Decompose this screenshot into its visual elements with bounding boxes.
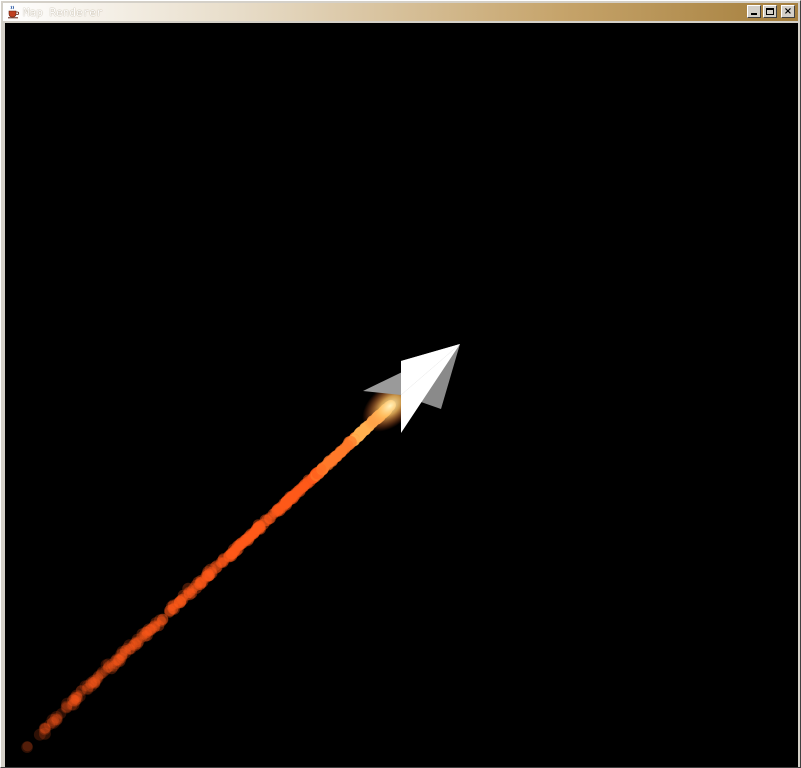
particle [47,716,60,729]
particle [252,519,264,530]
particle [136,628,148,640]
close-icon: × [783,6,793,17]
exhaust-particles [21,399,396,753]
particle [237,537,249,549]
particle [316,463,329,476]
particle [71,695,82,706]
close-button[interactable]: × [781,5,795,18]
particle [22,741,33,752]
particle [33,728,46,741]
window-controls: × [747,5,795,18]
particle [329,452,341,463]
window-title: Map Renderer [23,5,103,19]
particle [341,439,354,452]
particle [174,595,186,608]
app-window: Map Renderer × [0,0,801,768]
particle [183,588,196,601]
maximize-button[interactable] [763,5,777,18]
minimize-icon [751,13,757,15]
java-cup-icon[interactable] [5,4,21,20]
scene-svg [21,344,460,753]
maximize-icon [766,8,774,15]
minimize-button[interactable] [747,5,761,18]
particle [283,493,296,506]
particle [192,576,204,588]
particle [267,508,279,520]
title-bar[interactable]: Map Renderer × [3,3,798,21]
particle [106,658,118,669]
particle [206,566,217,578]
particle [292,485,304,497]
particle [85,676,97,689]
particle [157,613,169,625]
render-canvas[interactable] [5,23,798,767]
